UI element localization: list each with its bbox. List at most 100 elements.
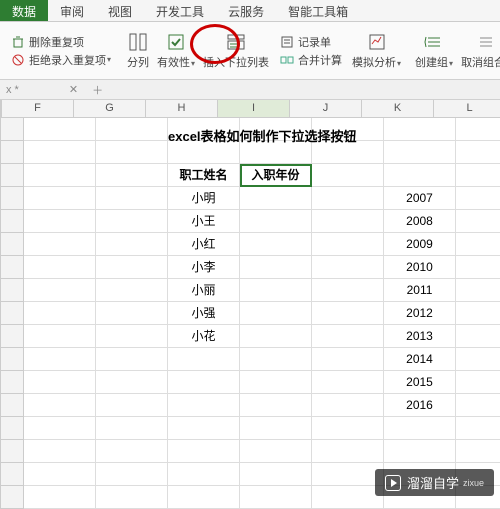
col-K[interactable]: K xyxy=(362,100,434,118)
row-header[interactable] xyxy=(0,325,24,348)
cell[interactable] xyxy=(456,187,500,210)
cell[interactable]: 小花 xyxy=(168,325,240,348)
tab-view[interactable]: 视图 xyxy=(96,0,144,21)
cell[interactable] xyxy=(456,325,500,348)
add-sheet-icon[interactable]: ＋ xyxy=(92,82,103,98)
cell[interactable] xyxy=(96,394,168,417)
cell[interactable] xyxy=(24,233,96,256)
row-header[interactable] xyxy=(0,371,24,394)
col-I[interactable]: I xyxy=(218,100,290,118)
remove-duplicates-button[interactable]: 删除重复项 xyxy=(7,33,87,51)
row-header[interactable] xyxy=(0,118,24,141)
row-header[interactable] xyxy=(0,187,24,210)
cell[interactable] xyxy=(168,394,240,417)
row-header[interactable] xyxy=(0,394,24,417)
cell[interactable]: 入职年份 xyxy=(240,164,312,187)
cell[interactable] xyxy=(312,302,384,325)
cell[interactable] xyxy=(24,141,96,164)
cell[interactable] xyxy=(240,233,312,256)
cell[interactable]: 2012 xyxy=(384,302,456,325)
cell[interactable]: 2010 xyxy=(384,256,456,279)
cell[interactable] xyxy=(312,256,384,279)
row-header[interactable] xyxy=(0,256,24,279)
cell[interactable]: 2008 xyxy=(384,210,456,233)
cell[interactable] xyxy=(240,417,312,440)
cell[interactable] xyxy=(24,302,96,325)
cell[interactable] xyxy=(312,187,384,210)
cell[interactable] xyxy=(96,486,168,509)
row-header[interactable] xyxy=(0,141,24,164)
record-form-button[interactable]: 记录单 xyxy=(276,33,334,51)
cell[interactable] xyxy=(96,417,168,440)
tab-smart[interactable]: 智能工具箱 xyxy=(276,0,360,21)
cell[interactable] xyxy=(24,279,96,302)
cell[interactable] xyxy=(456,394,500,417)
close-icon[interactable]: ✕ xyxy=(69,83,78,96)
cell[interactable] xyxy=(240,325,312,348)
cell[interactable] xyxy=(312,164,384,187)
cell[interactable]: 2015 xyxy=(384,371,456,394)
cell[interactable] xyxy=(240,302,312,325)
cell[interactable] xyxy=(312,394,384,417)
cell[interactable]: 小丽 xyxy=(168,279,240,302)
cell[interactable] xyxy=(96,302,168,325)
tab-dev[interactable]: 开发工具 xyxy=(144,0,216,21)
cell[interactable] xyxy=(96,440,168,463)
tab-review[interactable]: 审阅 xyxy=(48,0,96,21)
cell[interactable] xyxy=(96,118,168,141)
cell[interactable] xyxy=(96,279,168,302)
sheet-tab-label[interactable]: x * xyxy=(6,84,19,96)
row-header[interactable] xyxy=(0,440,24,463)
cell[interactable] xyxy=(24,164,96,187)
cell[interactable] xyxy=(384,118,456,141)
cell[interactable]: 小明 xyxy=(168,187,240,210)
tab-data[interactable]: 数据 xyxy=(0,0,48,21)
cell[interactable] xyxy=(384,141,456,164)
cell[interactable] xyxy=(312,486,384,509)
cell[interactable] xyxy=(456,371,500,394)
cell[interactable] xyxy=(312,348,384,371)
cell[interactable] xyxy=(96,463,168,486)
cell[interactable] xyxy=(312,325,384,348)
cell[interactable] xyxy=(168,348,240,371)
cell[interactable]: 职工姓名 xyxy=(168,164,240,187)
cell[interactable] xyxy=(96,256,168,279)
cell[interactable] xyxy=(96,210,168,233)
cell[interactable] xyxy=(24,371,96,394)
cell[interactable] xyxy=(24,417,96,440)
cell[interactable] xyxy=(24,440,96,463)
cell[interactable]: 2009 xyxy=(384,233,456,256)
col-H[interactable]: H xyxy=(146,100,218,118)
cell[interactable] xyxy=(312,440,384,463)
cell[interactable] xyxy=(24,256,96,279)
cell[interactable] xyxy=(240,348,312,371)
cell[interactable] xyxy=(168,463,240,486)
cell[interactable] xyxy=(168,486,240,509)
cell[interactable]: 2014 xyxy=(384,348,456,371)
cell[interactable]: 2013 xyxy=(384,325,456,348)
cell[interactable]: 2011 xyxy=(384,279,456,302)
cell[interactable]: 小强 xyxy=(168,302,240,325)
cell[interactable]: 小红 xyxy=(168,233,240,256)
cell[interactable] xyxy=(96,233,168,256)
row-header[interactable] xyxy=(0,210,24,233)
cell[interactable] xyxy=(312,417,384,440)
cell[interactable] xyxy=(456,440,500,463)
cell[interactable] xyxy=(240,187,312,210)
row-header[interactable] xyxy=(0,463,24,486)
cell[interactable] xyxy=(312,371,384,394)
spreadsheet-grid[interactable]: F G H I J K L 职工姓名入职年份小明2007小王2008小红2009… xyxy=(0,100,500,509)
cell[interactable] xyxy=(24,325,96,348)
tab-cloud[interactable]: 云服务 xyxy=(216,0,276,21)
row-header[interactable] xyxy=(0,164,24,187)
cell[interactable] xyxy=(24,210,96,233)
cell[interactable] xyxy=(96,164,168,187)
cell[interactable] xyxy=(240,210,312,233)
cell[interactable] xyxy=(312,279,384,302)
cell[interactable] xyxy=(96,348,168,371)
cell[interactable] xyxy=(24,486,96,509)
cell[interactable] xyxy=(456,279,500,302)
col-L[interactable]: L xyxy=(434,100,500,118)
cell[interactable] xyxy=(456,164,500,187)
cell[interactable] xyxy=(456,141,500,164)
